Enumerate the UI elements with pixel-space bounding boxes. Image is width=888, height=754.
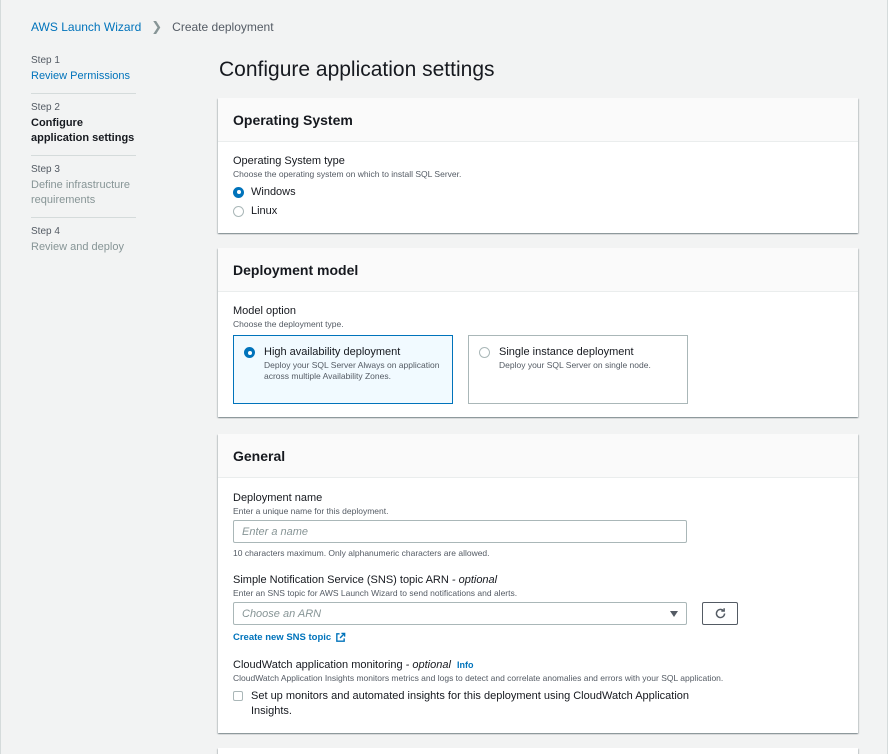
field-label: Model option (233, 305, 296, 317)
field-label: Deployment name (233, 492, 323, 504)
operating-system-panel: Operating System Operating System type C… (218, 98, 858, 233)
step-number: Step 3 (31, 164, 60, 175)
link-label: Create new SNS topic (233, 632, 332, 643)
info-link[interactable]: Info (457, 660, 474, 670)
create-sns-topic-link[interactable]: Create new SNS topic (233, 632, 843, 643)
panel-title: General (218, 434, 858, 478)
wizard-step-4: Step 4 Review and deploy (31, 225, 136, 264)
tile-description: Deploy your SQL Server Always on applica… (264, 360, 440, 381)
tile-high-availability[interactable]: High availability deployment Deploy your… (233, 335, 453, 404)
wizard-step-3: Step 3 Define infrastructure requirement… (31, 163, 136, 218)
step-number: Step 4 (31, 226, 60, 237)
breadcrumb-current: Create deployment (172, 20, 274, 34)
radio-button[interactable] (233, 205, 244, 217)
sns-select-row: Choose an ARN (233, 602, 843, 625)
next-panel-edge (218, 748, 858, 754)
page-title: Configure application settings (219, 58, 495, 81)
sns-arn-select[interactable]: Choose an ARN (233, 602, 687, 625)
checkbox[interactable] (233, 691, 243, 701)
breadcrumb: AWS Launch Wizard ❯ Create deployment (31, 19, 274, 35)
step-number: Step 1 (31, 55, 60, 66)
wizard-step-2: Step 2 Configure application settings (31, 101, 136, 156)
tile-single-instance[interactable]: Single instance deployment Deploy your S… (468, 335, 688, 404)
refresh-button[interactable] (702, 602, 738, 625)
step-label-disabled: Define infrastructure requirements (31, 179, 131, 206)
field-label: Operating System type (233, 155, 345, 167)
radio-button[interactable] (244, 347, 255, 358)
step-number: Step 2 (31, 102, 60, 113)
field-label: Simple Notification Service (SNS) topic … (233, 573, 843, 587)
field-label: CloudWatch application monitoring - opti… (233, 658, 843, 672)
caret-down-icon (670, 610, 678, 617)
radio-button[interactable] (233, 186, 244, 198)
select-placeholder: Choose an ARN (242, 607, 322, 620)
cloudwatch-label: CloudWatch application monitoring (233, 659, 403, 671)
deployment-tiles: High availability deployment Deploy your… (233, 335, 843, 404)
wizard-step-1: Step 1 Review Permissions (31, 54, 136, 94)
radio-option-windows[interactable]: Windows (233, 185, 843, 199)
wizard-steps-nav: Step 1 Review Permissions Step 2 Configu… (31, 54, 136, 271)
cloudwatch-checkbox-row[interactable]: Set up monitors and automated insights f… (233, 689, 843, 719)
general-panel: General Deployment name Enter a unique n… (218, 434, 858, 733)
field-description: Choose the operating system on which to … (233, 169, 462, 179)
step-link-review-permissions[interactable]: Review Permissions (31, 69, 136, 84)
radio-label: Linux (251, 205, 278, 217)
radio-button[interactable] (479, 347, 490, 358)
sns-label: Simple Notification Service (SNS) topic … (233, 574, 449, 586)
external-link-icon (336, 632, 346, 642)
deployment-model-panel: Deployment model Model option Choose the… (218, 248, 858, 417)
field-description: CloudWatch Application Insights monitors… (233, 673, 724, 683)
deployment-name-input[interactable]: Enter a name (233, 520, 687, 543)
optional-tag: - optional (405, 659, 451, 671)
constraint-text: 10 characters maximum. Only alphanumeric… (233, 548, 490, 558)
field-description: Enter a unique name for this deployment. (233, 506, 389, 516)
field-description: Choose the deployment type. (233, 319, 344, 329)
step-label-disabled: Review and deploy (31, 241, 124, 253)
radio-label: Windows (251, 186, 296, 198)
field-description: Enter an SNS topic for AWS Launch Wizard… (233, 588, 518, 598)
optional-tag: - optional (451, 574, 498, 586)
tile-title: Single instance deployment (499, 346, 634, 358)
panel-title: Operating System (218, 98, 858, 142)
step-label-current: Configure application settings (31, 117, 135, 144)
tile-description: Deploy your SQL Server on single node. (499, 360, 651, 370)
tile-title: High availability deployment (264, 346, 401, 358)
checkbox-label: Set up monitors and automated insights f… (251, 690, 690, 717)
chevron-right-icon: ❯ (151, 19, 163, 34)
refresh-icon (715, 608, 725, 619)
radio-option-linux[interactable]: Linux (233, 204, 843, 218)
panel-title: Deployment model (218, 248, 858, 292)
breadcrumb-root-link[interactable]: AWS Launch Wizard (31, 20, 141, 34)
